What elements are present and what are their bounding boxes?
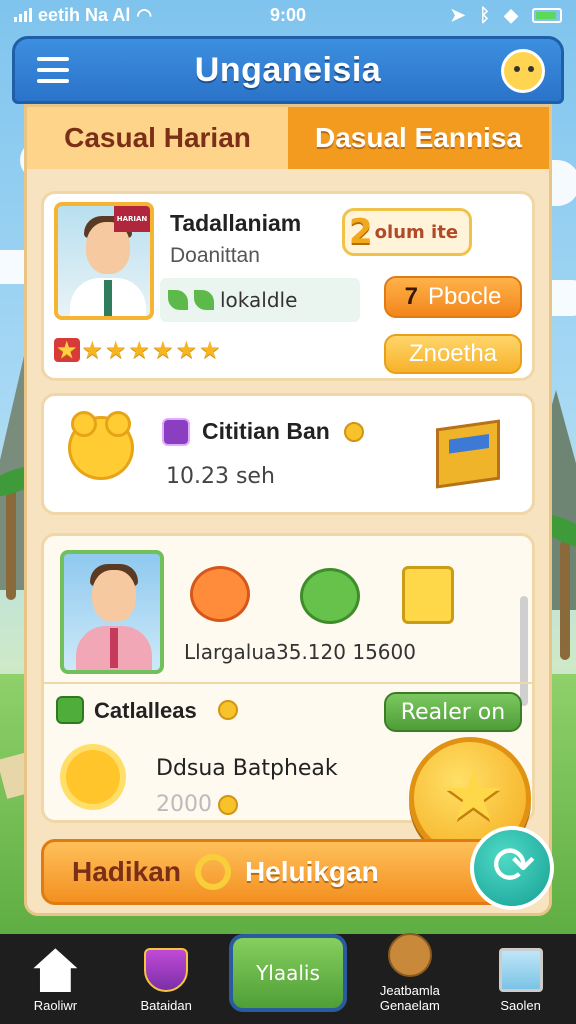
app-header: Unganeisia: [12, 36, 564, 104]
bottom-nav: Raoliwr Bataidan Ylaalis Jeatbamla Genae…: [0, 932, 576, 1024]
star-icon: ★: [175, 336, 198, 364]
nav-label: Saolen: [500, 998, 541, 1014]
friend-avatar[interactable]: [60, 550, 164, 674]
bear-icon: [387, 932, 432, 977]
star-rating: ★ ★ ★ ★ ★ ★ ★: [54, 338, 221, 362]
stats-label: Llargalua: [184, 640, 277, 664]
gift-box-icon: [436, 419, 500, 489]
rank-text: olum ite: [374, 221, 459, 243]
star-icon: ★: [199, 336, 221, 364]
section-title: Catlalleas: [94, 698, 197, 723]
rank-number: 2: [349, 212, 373, 252]
reward-card-icon[interactable]: [402, 566, 454, 624]
star-icon: ★: [152, 336, 174, 364]
window-icon: [498, 948, 543, 993]
coin-icon: [218, 794, 238, 815]
action-right-label: Heluikgan: [244, 856, 379, 887]
daily-value: 2000: [156, 792, 212, 817]
nav-label: Raoliwr: [33, 998, 78, 1014]
action-left-label: Hadikan: [72, 856, 181, 887]
level-button[interactable]: 7 Pbocle: [384, 276, 522, 318]
divider: [44, 682, 532, 684]
star-icon: ★: [105, 336, 127, 364]
star-icon: ★: [54, 336, 80, 364]
bluetooth-icon: ᛒ: [479, 4, 491, 25]
leaf-icon: [168, 290, 188, 310]
carrier-label: eetih Na Al: [38, 4, 131, 25]
nav-item-center: Ylaalis: [222, 934, 355, 1024]
daily-title: Ddsua Batpheak: [156, 756, 338, 781]
frog-icon: [56, 696, 84, 724]
reward-creature-icon[interactable]: [300, 568, 360, 624]
bear-icon: [68, 411, 134, 480]
scrollbar[interactable]: [520, 596, 528, 706]
status-label: lokaldle: [220, 288, 298, 312]
refresh-icon[interactable]: [470, 826, 554, 910]
coin-icon: [344, 422, 364, 442]
wifi-icon: ◠: [136, 4, 153, 25]
sun-icon: [66, 750, 120, 804]
rank-badge: 2 olum ite: [342, 208, 472, 256]
main-panel: Casual Harian Dasual Eannisa HARIAN Tada…: [24, 104, 552, 916]
nav-item-battle[interactable]: Bataidan: [111, 948, 222, 1024]
mascot-avatar-icon[interactable]: [501, 49, 545, 93]
shield-icon: [144, 948, 189, 993]
nav-label: Jeatbamla Genaelam: [379, 982, 440, 1014]
tab-dasual-eannisa[interactable]: Dasual Eannisa: [288, 107, 549, 169]
nav-item-shop[interactable]: Saolen: [465, 948, 576, 1024]
leaf-icon: [194, 290, 214, 310]
home-icon: [33, 948, 78, 993]
app-title: Unganeisia: [194, 50, 382, 89]
daily-value-row: 2000: [156, 792, 238, 817]
player-name: Tadallaniam: [170, 210, 302, 236]
status-row: lokaldle: [160, 278, 360, 322]
center-nav-button[interactable]: Ylaalis: [228, 934, 347, 1012]
location-icon: ➤: [450, 4, 466, 25]
avatar-badge: HARIAN: [114, 206, 150, 232]
key-icon: [194, 854, 231, 890]
small-pet-icon: [162, 418, 190, 446]
timer-text: 10.23 seh: [166, 464, 275, 489]
realer-on-button[interactable]: Realer on: [384, 692, 522, 732]
stats-values: 35.120 15600: [276, 640, 416, 664]
star-icon: ★: [128, 336, 151, 364]
timer-card[interactable]: Cititian Ban 10.23 seh: [41, 393, 535, 515]
status-bar: eetih Na Al ◠ 9:00 ➤ ᛒ ◆: [0, 0, 576, 30]
battery-icon: [532, 7, 562, 23]
clock: 9:00: [269, 4, 307, 25]
player-subtitle: Doanittan: [170, 244, 260, 267]
nav-label: Bataidan: [140, 998, 192, 1014]
profile-avatar[interactable]: HARIAN: [54, 202, 154, 320]
reward-face-icon[interactable]: [190, 566, 250, 622]
coin-icon: [218, 700, 238, 720]
level-label: Pbocle: [427, 283, 502, 310]
nav-item-pets[interactable]: Jeatbamla Genaelam: [354, 932, 465, 1024]
main-action-button[interactable]: Hadikan Heluikgan: [41, 839, 535, 905]
event-name: Cititian Ban: [202, 418, 330, 444]
notification-icon: ◆: [504, 4, 518, 25]
profile-card: HARIAN Tadallaniam Doanittan 2 olum ite …: [41, 191, 535, 381]
nav-item-home[interactable]: Raoliwr: [0, 948, 111, 1024]
signal-icon: [14, 8, 32, 22]
tab-casual-harian[interactable]: Casual Harian: [27, 107, 288, 169]
star-icon: ★: [81, 336, 104, 364]
menu-icon[interactable]: [37, 57, 69, 83]
znoetha-button[interactable]: Znoetha: [384, 334, 522, 374]
level-number: 7: [404, 283, 418, 310]
tab-bar: Casual Harian Dasual Eannisa: [27, 107, 549, 169]
